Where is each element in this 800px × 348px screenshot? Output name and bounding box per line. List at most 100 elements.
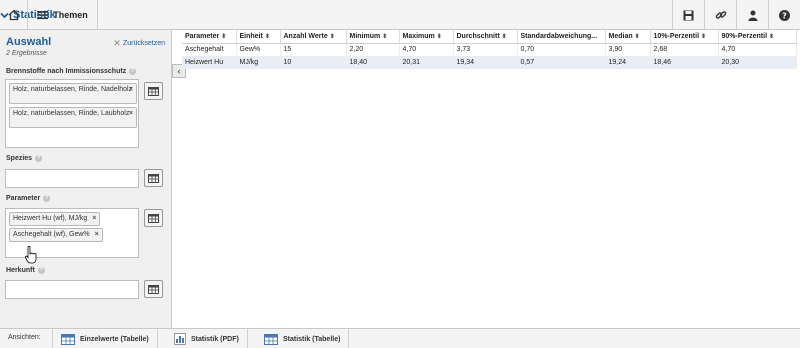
table-cell: 0,70	[517, 43, 606, 56]
info-icon[interactable]: ?	[35, 155, 43, 162]
column-header[interactable]: Parameter ⬍	[182, 30, 237, 44]
themen-button[interactable]: Themen	[28, 0, 98, 30]
column-header[interactable]: 90%-Perzentil ⬍	[718, 30, 797, 44]
table-cell: Aschegehalt	[182, 43, 237, 56]
statistics-table: Parameter ⬍ Einheit ⬍ Anzahl Werte ⬍ Minimu…	[182, 30, 797, 69]
table-icon	[148, 213, 159, 223]
table-cell: 4,70	[718, 43, 797, 56]
column-header[interactable]: Minimum ⬍	[346, 30, 400, 44]
views-label: Ansichten:	[8, 334, 41, 341]
column-header-label: Median	[608, 32, 633, 40]
parameter-tag-label: Aschegehalt (wf), Gew%	[13, 231, 90, 238]
table-cell: 15	[280, 43, 347, 56]
info-icon[interactable]: ?	[129, 68, 137, 75]
fuel-tag: Holz, naturbelassen, Rinde, Laubholz ×	[9, 107, 137, 128]
table-cell: 20,30	[718, 56, 797, 69]
origin-picker-button[interactable]	[144, 280, 163, 298]
table-cell: 3,90	[605, 43, 651, 56]
sort-icon: ⬍	[264, 33, 270, 40]
parameter-tag: Aschegehalt (wf), Gew% ×	[9, 228, 103, 242]
info-icon[interactable]: ?	[37, 267, 45, 274]
column-header-label: Einheit	[239, 32, 263, 40]
view-bar: Ansichten: Einzelwerte (Tabelle) Statist…	[0, 328, 800, 348]
parameter-label: Parameter ?	[6, 195, 51, 202]
user-icon	[748, 10, 757, 21]
table-row[interactable]: Aschegehalt Gew% 15 2,20 4,70 3,73 0,70 …	[182, 43, 797, 56]
column-header-label: Maximum	[402, 32, 435, 40]
chevron-left-icon: ‹	[177, 66, 181, 76]
remove-tag-icon[interactable]: ×	[95, 231, 99, 239]
remove-tag-icon[interactable]: ×	[129, 110, 133, 118]
fuels-picker-button[interactable]	[144, 82, 163, 100]
table-cell: Heizwert Hu	[182, 56, 237, 69]
panel-title: Auswahl	[6, 36, 52, 48]
species-input[interactable]	[5, 169, 139, 188]
sort-icon: ⬍	[769, 33, 775, 40]
link-button[interactable]	[704, 0, 736, 30]
origin-input[interactable]	[5, 280, 139, 299]
parameter-label-text: Parameter	[6, 195, 41, 202]
fuels-label-text: Brennstoffe nach Immissionsschutz	[6, 68, 127, 75]
table-cell: 19,24	[605, 56, 651, 69]
help-button[interactable]: ?	[768, 0, 800, 30]
info-icon[interactable]: ?	[43, 195, 51, 202]
close-icon: ✕	[113, 38, 121, 48]
column-header[interactable]: Maximum ⬍	[399, 30, 454, 44]
view-einzelwerte-tab[interactable]: Einzelwerte (Tabelle)	[52, 329, 158, 348]
view-statistik-tabelle-tab[interactable]: Statistik (Tabelle)	[256, 329, 350, 348]
column-header[interactable]: Standardabweichung...	[517, 30, 606, 44]
column-header[interactable]: Einheit ⬍	[236, 30, 281, 44]
sort-icon: ⬍	[501, 33, 507, 40]
remove-tag-icon[interactable]: ×	[129, 86, 133, 94]
table-icon	[264, 333, 278, 345]
column-header-label: Parameter	[185, 32, 220, 40]
help-icon: ?	[779, 9, 790, 21]
user-button[interactable]	[736, 0, 768, 30]
selection-panel: Auswahl 2 Ergebnisse ✕ Zurücksetzen Bren…	[0, 30, 172, 328]
column-header-label: Durchschnitt	[456, 32, 500, 40]
sort-icon: ⬍	[701, 33, 707, 40]
view-label: Statistik (Tabelle)	[283, 335, 341, 343]
table-cell: 4,70	[399, 43, 454, 56]
save-button[interactable]	[672, 0, 704, 30]
column-header-label: 90%-Perzentil	[721, 32, 768, 40]
fuel-tag-label: Holz, naturbelassen, Rinde, Laubholz	[13, 110, 130, 117]
parameter-picker-button[interactable]	[144, 209, 163, 227]
origin-label: Herkunft ?	[6, 267, 45, 274]
table-icon	[148, 86, 159, 96]
table-cell: 18,46	[650, 56, 719, 69]
column-header-label: Minimum	[349, 32, 381, 40]
svg-text:?: ?	[782, 11, 787, 20]
table-cell: 18,40	[346, 56, 400, 69]
column-header-label: 10%-Perzentil	[653, 32, 700, 40]
column-header[interactable]: Anzahl Werte ⬍	[280, 30, 347, 44]
species-label-text: Spezies	[6, 155, 33, 162]
table-cell: 19,34	[453, 56, 518, 69]
fuels-multiselect[interactable]: Holz, naturbelassen, Rinde, Nadelholz × …	[5, 79, 139, 148]
remove-tag-icon[interactable]: ×	[92, 215, 96, 223]
reset-button[interactable]: ✕ Zurücksetzen	[113, 38, 165, 49]
view-statistik-pdf-tab[interactable]: Statistik (PDF)	[166, 329, 248, 348]
column-header[interactable]: Durchschnitt ⬍	[453, 30, 518, 44]
table-icon	[148, 284, 159, 294]
parameter-tag-label: Heizwert Hu (wf), MJ/kg	[13, 215, 88, 222]
table-header-row: Parameter ⬍ Einheit ⬍ Anzahl Werte ⬍ Minimu…	[182, 30, 797, 44]
origin-label-text: Herkunft	[6, 267, 35, 274]
view-label: Statistik (PDF)	[191, 335, 239, 343]
species-picker-button[interactable]	[144, 169, 163, 187]
view-label: Einzelwerte (Tabelle)	[80, 335, 149, 343]
top-toolbar: Themen Statistik ?	[0, 0, 800, 30]
home-icon	[8, 9, 19, 21]
column-header-label: Anzahl Werte	[283, 32, 328, 40]
fuel-tag: Holz, naturbelassen, Rinde, Nadelholz ×	[9, 83, 137, 104]
fuels-label: Brennstoffe nach Immissionsschutz ?	[6, 68, 137, 75]
column-header[interactable]: Median ⬍	[605, 30, 651, 44]
table-cell: 20,31	[399, 56, 454, 69]
species-label: Spezies ?	[6, 155, 43, 162]
table-row[interactable]: Heizwert Hu MJ/kg 10 18,40 20,31 19,34 0…	[182, 56, 797, 69]
home-button[interactable]	[0, 0, 28, 30]
column-header[interactable]: 10%-Perzentil ⬍	[650, 30, 719, 44]
table-cell: Gew%	[236, 43, 281, 56]
table-icon	[61, 333, 75, 345]
menu-icon	[37, 11, 49, 20]
